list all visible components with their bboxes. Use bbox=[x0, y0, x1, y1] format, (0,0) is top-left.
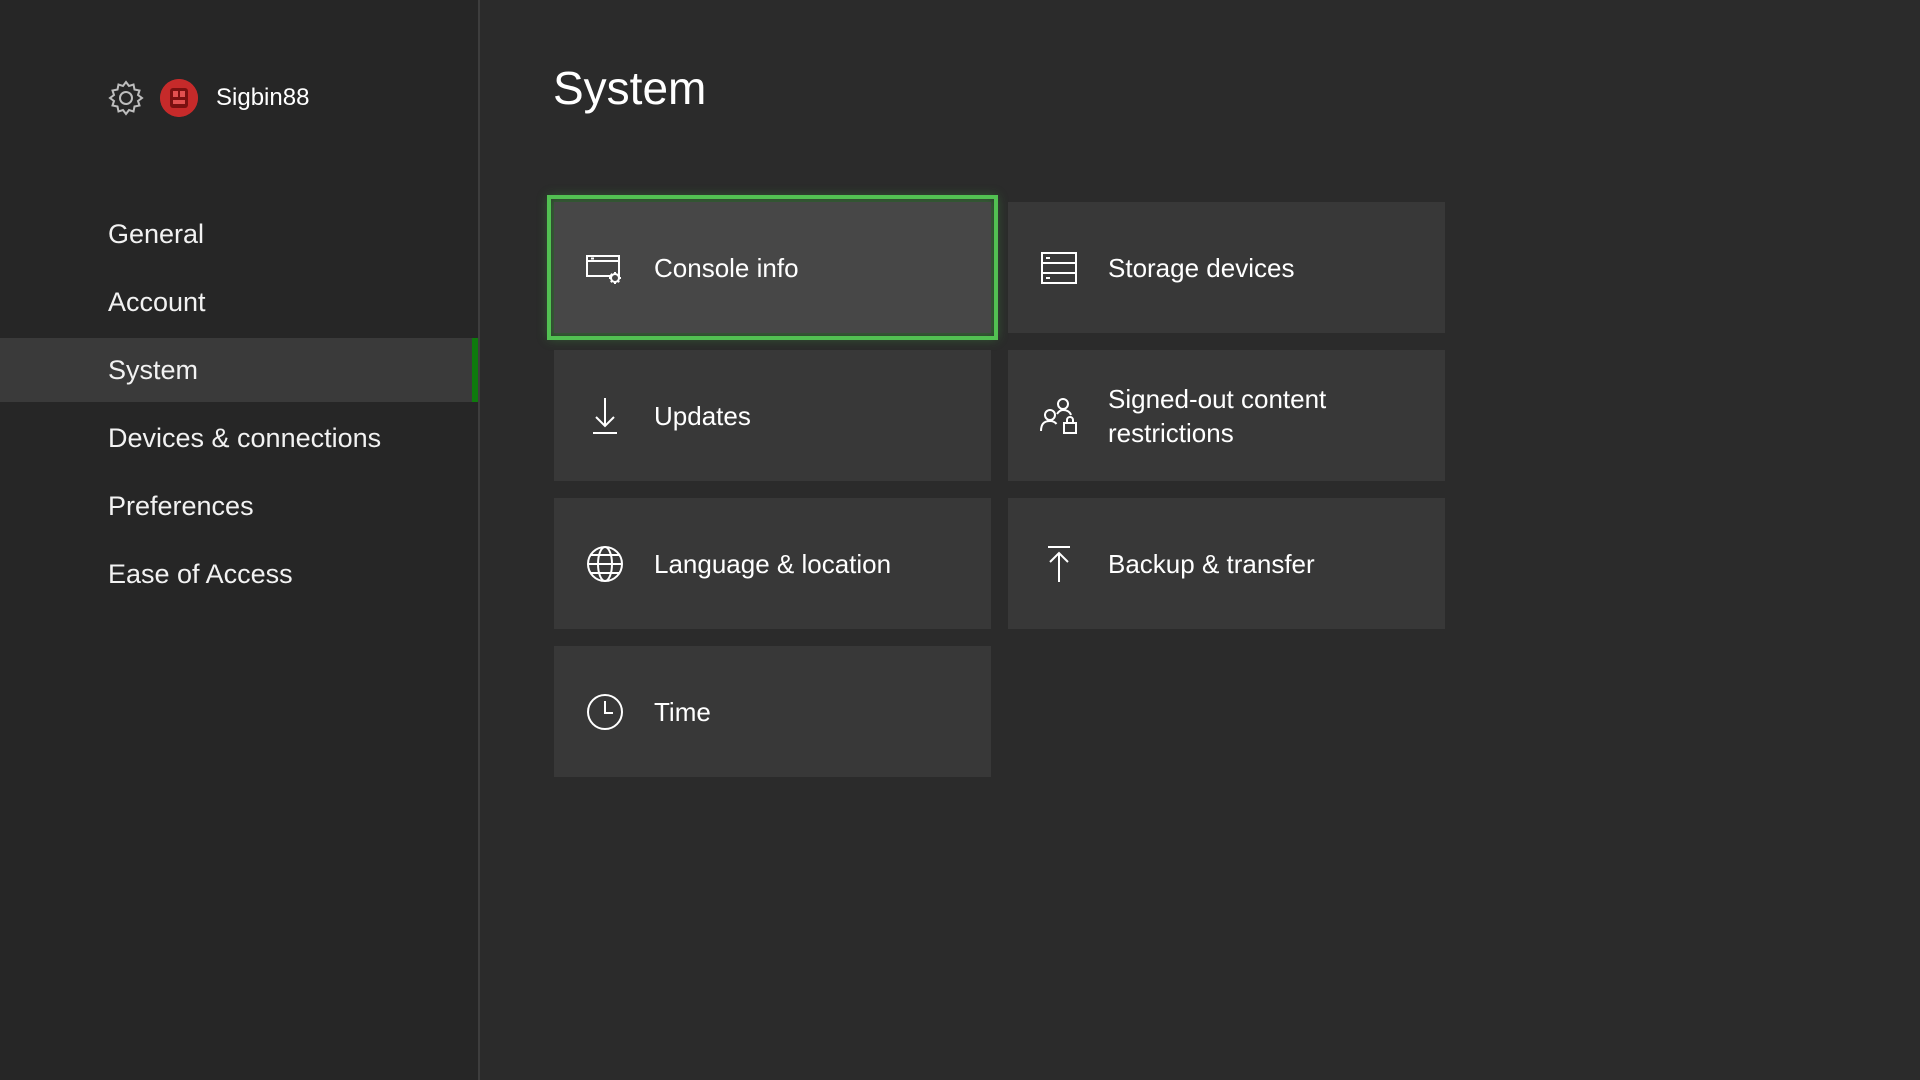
signed-out-content-restrictions-label: Signed-out content restrictions bbox=[1108, 383, 1327, 448]
avatar bbox=[160, 79, 198, 117]
download-arrow-icon bbox=[584, 395, 626, 437]
console-info-label: Console info bbox=[654, 252, 799, 283]
sidebar-item-account[interactable]: Account bbox=[0, 270, 478, 334]
upload-arrow-icon bbox=[1038, 543, 1080, 585]
settings-screen: Sigbin88 General Account System Devices … bbox=[0, 0, 1920, 1080]
sidebar-item-system[interactable]: System bbox=[0, 338, 478, 402]
gear-icon bbox=[106, 78, 146, 118]
sidebar-item-preferences[interactable]: Preferences bbox=[0, 474, 478, 538]
sidebar-item-ease-of-access[interactable]: Ease of Access bbox=[0, 542, 478, 606]
sidebar-item-general[interactable]: General bbox=[0, 202, 478, 266]
console-info-tile[interactable]: Console info bbox=[547, 195, 998, 340]
backup-transfer-label: Backup & transfer bbox=[1108, 548, 1315, 579]
storage-devices-tile[interactable]: Storage devices bbox=[1008, 202, 1445, 333]
person-lock-icon bbox=[1038, 395, 1080, 437]
profile-header: Sigbin88 bbox=[106, 78, 309, 118]
updates-tile[interactable]: Updates bbox=[554, 350, 991, 481]
signed-out-content-restrictions-tile[interactable]: Signed-out content restrictions bbox=[1008, 350, 1445, 481]
updates-label: Updates bbox=[654, 400, 751, 431]
page-title: System bbox=[553, 62, 707, 114]
gamertag: Sigbin88 bbox=[216, 84, 310, 111]
system-tiles-grid: Console info Storage devices Updates Sig… bbox=[547, 195, 1448, 777]
console-info-icon bbox=[584, 247, 626, 289]
language-location-tile[interactable]: Language & location bbox=[554, 498, 991, 629]
sidebar-item-devices-connections[interactable]: Devices & connections bbox=[0, 406, 478, 470]
storage-devices-icon bbox=[1038, 247, 1080, 289]
backup-transfer-tile[interactable]: Backup & transfer bbox=[1008, 498, 1445, 629]
settings-nav: General Account System Devices & connect… bbox=[0, 202, 478, 610]
globe-icon bbox=[584, 543, 626, 585]
time-label: Time bbox=[654, 696, 711, 727]
time-tile[interactable]: Time bbox=[554, 646, 991, 777]
storage-devices-label: Storage devices bbox=[1108, 252, 1295, 283]
clock-icon bbox=[584, 691, 626, 733]
sidebar: Sigbin88 General Account System Devices … bbox=[0, 0, 480, 1080]
language-location-label: Language & location bbox=[654, 548, 892, 579]
